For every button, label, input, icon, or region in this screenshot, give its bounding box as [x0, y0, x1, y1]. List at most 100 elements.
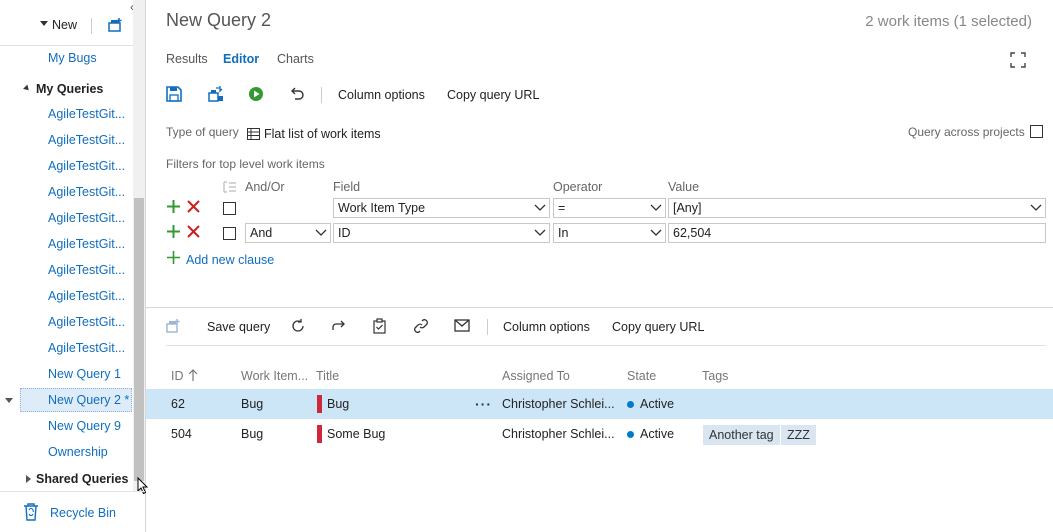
flat-list-icon: [247, 128, 260, 140]
cell-title[interactable]: Bug: [327, 397, 349, 411]
query-item[interactable]: AgileTestGit...: [20, 336, 132, 360]
query-item[interactable]: AgileTestGit...: [20, 284, 132, 308]
undo-icon[interactable]: [289, 86, 304, 102]
query-across-projects-label: Query across projects: [908, 125, 1025, 139]
clause-checkbox[interactable]: [223, 202, 236, 215]
operator-select[interactable]: In: [553, 223, 666, 243]
query-item[interactable]: AgileTestGit...: [20, 258, 132, 282]
sort-ascending-icon: [188, 369, 198, 382]
tab-charts[interactable]: Charts: [277, 52, 314, 66]
recycle-bin-label: Recycle Bin: [50, 506, 116, 520]
operator-value: In: [558, 226, 569, 240]
query-type-dropdown[interactable]: Flat list of work items: [264, 127, 381, 141]
tag-badge[interactable]: ZZZ: [781, 425, 816, 445]
cell-title[interactable]: Some Bug: [327, 427, 385, 441]
context-caret-icon[interactable]: [5, 398, 13, 403]
andor-select[interactable]: And: [245, 223, 331, 243]
toolbar-separator: [487, 319, 488, 335]
col-andor: And/Or: [245, 180, 285, 194]
add-clause-plus-icon[interactable]: [167, 200, 180, 213]
value-text: 62,504: [673, 226, 712, 240]
column-header-work-item-type[interactable]: Work Item...: [241, 369, 308, 383]
operator-select[interactable]: =: [553, 198, 666, 218]
column-header-assigned-to[interactable]: Assigned To: [502, 369, 570, 383]
filters-heading: Filters for top level work items: [166, 157, 325, 171]
separator: [91, 18, 92, 34]
value-text: [Any]: [673, 201, 702, 215]
section-divider: [146, 307, 1053, 308]
save-query-button[interactable]: Save query: [207, 320, 270, 334]
page-title: New Query 2: [166, 10, 272, 30]
query-item[interactable]: AgileTestGit...: [20, 232, 132, 256]
results-copy-query-url-button[interactable]: Copy query URL: [612, 320, 704, 334]
cell-id: 62: [171, 397, 185, 411]
query-item[interactable]: AgileTestGit...: [20, 180, 132, 204]
sidebar-scrollbar-thumb[interactable]: [134, 198, 144, 481]
field-value: ID: [338, 226, 351, 240]
column-header-title[interactable]: Title: [316, 369, 339, 383]
cell-state: Active: [640, 427, 675, 441]
refresh-icon[interactable]: [290, 318, 306, 334]
save-as-icon[interactable]: [207, 86, 224, 102]
toolbar-separator: [321, 87, 322, 103]
toolbar-divider: [166, 345, 1046, 346]
col-operator: Operator: [553, 180, 603, 194]
query-item[interactable]: AgileTestGit...: [20, 102, 132, 126]
remove-clause-x-icon[interactable]: [187, 200, 200, 213]
state-active-dot-icon: [627, 401, 634, 408]
column-header-id[interactable]: ID: [171, 369, 184, 383]
clause-checkbox[interactable]: [223, 227, 236, 240]
value-input[interactable]: 62,504: [668, 223, 1046, 243]
cell-type: Bug: [241, 397, 264, 411]
recycle-bin[interactable]: Recycle Bin: [0, 491, 145, 532]
field-select[interactable]: ID: [333, 223, 550, 243]
copy-query-url-button[interactable]: Copy query URL: [447, 88, 539, 102]
caret-down-icon: [40, 21, 48, 26]
tab-editor[interactable]: Editor: [223, 52, 259, 66]
more-actions-ellipsis-icon[interactable]: ···: [475, 396, 492, 412]
group-clauses-icon[interactable]: [223, 181, 237, 193]
add-new-clause-plus-icon[interactable]: [167, 251, 180, 264]
column-header-tags[interactable]: Tags: [702, 369, 728, 383]
new-query-icon[interactable]: [166, 318, 182, 334]
query-item[interactable]: AgileTestGit...: [20, 128, 132, 152]
results-column-options-button[interactable]: Column options: [503, 320, 590, 334]
new-label: New: [52, 18, 78, 32]
col-value: Value: [668, 180, 700, 194]
query-item-selected[interactable]: New Query 2 *: [20, 388, 132, 412]
field-value: Work Item Type: [338, 201, 426, 215]
email-icon[interactable]: [454, 319, 470, 332]
bug-color-bar: [317, 395, 322, 413]
new-query-folder-icon[interactable]: [108, 17, 124, 33]
value-select[interactable]: [Any]: [668, 198, 1046, 218]
query-item[interactable]: New Query 1: [20, 362, 132, 386]
query-type-label: Type of query: [166, 125, 239, 139]
fullscreen-icon[interactable]: [1010, 52, 1026, 68]
query-item[interactable]: AgileTestGit...: [20, 310, 132, 334]
link-icon[interactable]: [413, 318, 429, 334]
query-item[interactable]: New Query 9: [20, 414, 132, 438]
query-item[interactable]: AgileTestGit...: [20, 206, 132, 230]
clipboard-icon[interactable]: [372, 318, 387, 334]
tag-badge[interactable]: Another tag: [703, 425, 780, 445]
redo-arrow-icon[interactable]: [331, 318, 347, 334]
sidebar: New ‹ My Bugs My Queries AgileTestGit...…: [0, 0, 149, 532]
add-new-clause-link[interactable]: Add new clause: [186, 253, 274, 267]
query-across-projects-checkbox[interactable]: [1030, 125, 1043, 138]
expanded-triangle-icon: [23, 84, 31, 93]
column-header-state[interactable]: State: [627, 369, 656, 383]
state-active-dot-icon: [627, 431, 634, 438]
add-clause-plus-icon[interactable]: [167, 225, 180, 238]
save-icon[interactable]: [166, 86, 182, 102]
run-query-icon[interactable]: [248, 86, 264, 102]
bug-color-bar: [317, 425, 322, 443]
sidebar-item-my-bugs[interactable]: My Bugs: [20, 46, 132, 70]
query-item[interactable]: AgileTestGit...: [20, 154, 132, 178]
query-item[interactable]: Ownership: [20, 440, 132, 464]
column-options-button[interactable]: Column options: [338, 88, 425, 102]
remove-clause-x-icon[interactable]: [187, 225, 200, 238]
andor-value: And: [250, 226, 273, 240]
field-select[interactable]: Work Item Type: [333, 198, 550, 218]
collapsed-triangle-icon: [26, 475, 31, 483]
tab-results[interactable]: Results: [166, 52, 208, 66]
